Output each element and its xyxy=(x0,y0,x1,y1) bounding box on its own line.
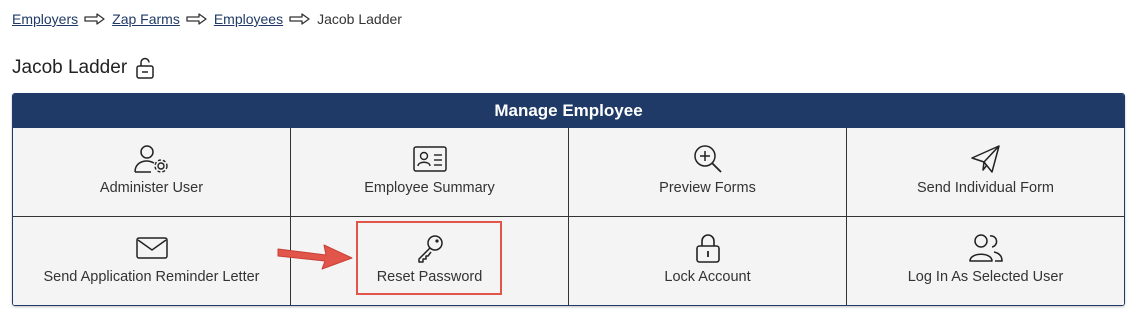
log-in-as-selected-user-label: Log In As Selected User xyxy=(907,269,1064,285)
lock-account-button[interactable]: Lock Account xyxy=(569,217,847,305)
lock-account-label: Lock Account xyxy=(664,269,751,285)
employee-summary-label: Employee Summary xyxy=(364,180,495,196)
send-individual-form-button[interactable]: Send Individual Form xyxy=(847,128,1124,217)
arrow-right-icon xyxy=(289,13,311,25)
reset-password-button[interactable]: Reset Password xyxy=(291,217,569,305)
breadcrumb: Employers Zap Farms Employees Jacob Ladd… xyxy=(12,10,402,28)
user-gear-icon xyxy=(133,144,171,174)
log-in-as-selected-user-button[interactable]: Log In As Selected User xyxy=(847,217,1124,305)
administer-user-label: Administer User xyxy=(99,180,204,196)
arrow-right-icon xyxy=(84,13,106,25)
panel-header: Manage Employee xyxy=(13,94,1124,128)
manage-employee-panel: Manage Employee Administer User Employee… xyxy=(12,93,1125,306)
send-individual-form-label: Send Individual Form xyxy=(916,180,1054,196)
reset-password-label: Reset Password xyxy=(376,269,483,285)
administer-user-button[interactable]: Administer User xyxy=(13,128,291,217)
preview-forms-button[interactable]: Preview Forms xyxy=(569,128,847,217)
send-application-reminder-letter-button[interactable]: Send Application Reminder Letter xyxy=(13,217,291,305)
arrow-right-icon xyxy=(186,13,208,25)
page-title: Jacob Ladder xyxy=(12,57,128,78)
action-grid: Administer User Employee Summary Preview… xyxy=(13,128,1124,305)
envelope-icon xyxy=(135,233,168,263)
zoom-in-icon xyxy=(693,144,723,174)
id-card-icon xyxy=(412,144,447,174)
page-header: Jacob Ladder xyxy=(12,56,155,80)
send-application-reminder-letter-label: Send Application Reminder Letter xyxy=(43,269,260,285)
employee-summary-button[interactable]: Employee Summary xyxy=(291,128,569,217)
breadcrumb-zap-farms-link[interactable]: Zap Farms xyxy=(112,11,180,27)
lock-icon xyxy=(695,233,721,263)
paper-plane-icon xyxy=(970,144,1002,174)
key-icon xyxy=(415,233,445,263)
preview-forms-label: Preview Forms xyxy=(659,180,756,196)
breadcrumb-current: Jacob Ladder xyxy=(317,11,402,27)
breadcrumb-employers-link[interactable]: Employers xyxy=(12,11,78,27)
breadcrumb-employees-link[interactable]: Employees xyxy=(214,11,283,27)
users-icon xyxy=(968,233,1004,263)
unlock-icon[interactable] xyxy=(135,57,155,79)
